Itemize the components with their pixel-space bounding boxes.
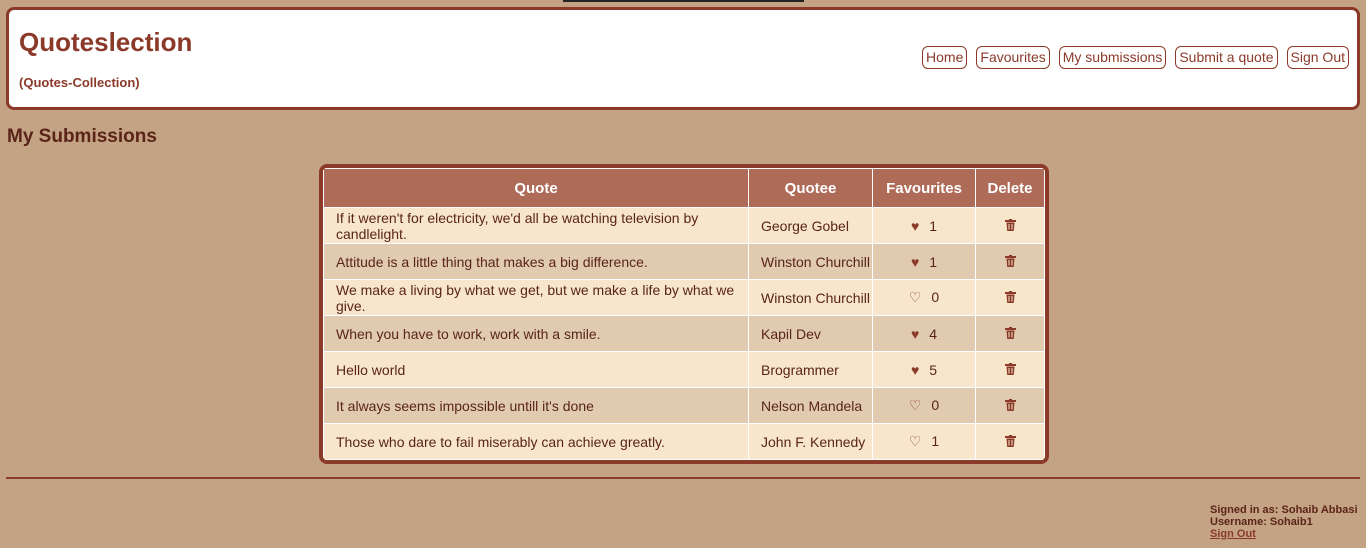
quote-cell: Attitude is a little thing that makes a … xyxy=(323,243,749,280)
column-header-favourites: Favourites xyxy=(872,168,976,208)
trash-icon[interactable] xyxy=(1004,326,1016,342)
delete-cell xyxy=(975,279,1045,316)
favourites-cell: ♡ 1 xyxy=(872,423,976,460)
heart-icon[interactable]: ♥ xyxy=(911,326,919,342)
submissions-table: Quote Quotee Favourites Delete If it wer… xyxy=(319,164,1049,464)
delete-cell xyxy=(975,423,1045,460)
footer-sign-out-link[interactable]: Sign Out xyxy=(1210,528,1256,540)
favourites-count: 1 xyxy=(931,433,940,449)
footer-divider xyxy=(6,477,1360,479)
favourites-cell: ♡ 0 xyxy=(872,387,976,424)
favourites-cell: ♥ 1 xyxy=(872,243,976,280)
trash-icon[interactable] xyxy=(1004,254,1016,270)
favourites-cell: ♥ 1 xyxy=(872,207,976,244)
heart-icon[interactable]: ♥ xyxy=(911,218,919,234)
quote-cell: Hello world xyxy=(323,351,749,388)
table-body: If it weren't for electricity, we'd all … xyxy=(323,207,1045,460)
heart-icon[interactable]: ♡ xyxy=(909,397,922,413)
quote-cell: If it weren't for electricity, we'd all … xyxy=(323,207,749,244)
column-header-delete: Delete xyxy=(975,168,1045,208)
quotee-cell: Kapil Dev xyxy=(748,315,873,352)
heart-icon[interactable]: ♡ xyxy=(909,433,922,449)
nav-my-submissions-button[interactable]: My submissions xyxy=(1058,46,1167,69)
favourites-cell: ♡ 0 xyxy=(872,279,976,316)
nav-sign-out-button[interactable]: Sign Out xyxy=(1286,46,1349,69)
table-row: Attitude is a little thing that makes a … xyxy=(323,243,1045,280)
heart-icon[interactable]: ♥ xyxy=(911,254,919,270)
nav-favourites-button[interactable]: Favourites xyxy=(976,46,1050,69)
signed-in-as-text: Signed in as: Sohaib Abbasi xyxy=(1210,504,1358,516)
table-row: Hello world Brogrammer ♥ 5 xyxy=(323,351,1045,388)
favourites-cell: ♥ 4 xyxy=(872,315,976,352)
quote-cell: We make a living by what we get, but we … xyxy=(323,279,749,316)
table-row: It always seems impossible untill it's d… xyxy=(323,387,1045,424)
delete-cell xyxy=(975,387,1045,424)
trash-icon[interactable] xyxy=(1004,218,1016,234)
account-info: Signed in as: Sohaib Abbasi Username: So… xyxy=(1210,504,1358,540)
browser-top-strip xyxy=(563,0,804,2)
delete-cell xyxy=(975,351,1045,388)
quote-cell: Those who dare to fail miserably can ach… xyxy=(323,423,749,460)
trash-icon[interactable] xyxy=(1004,290,1016,306)
trash-icon[interactable] xyxy=(1004,434,1016,450)
table-row: We make a living by what we get, but we … xyxy=(323,279,1045,316)
favourites-count: 1 xyxy=(929,217,938,234)
quote-cell: It always seems impossible untill it's d… xyxy=(323,387,749,424)
table-header-row: Quote Quotee Favourites Delete xyxy=(323,168,1045,208)
favourites-count: 1 xyxy=(929,253,938,270)
quotee-cell: Winston Churchill xyxy=(748,243,873,280)
quotee-cell: George Gobel xyxy=(748,207,873,244)
trash-icon[interactable] xyxy=(1004,362,1016,378)
favourites-count: 0 xyxy=(931,289,940,305)
table-row: If it weren't for electricity, we'd all … xyxy=(323,207,1045,244)
favourites-cell: ♥ 5 xyxy=(872,351,976,388)
delete-cell xyxy=(975,315,1045,352)
username-text: Username: Sohaib1 xyxy=(1210,516,1313,528)
brand-title[interactable]: Quoteslection xyxy=(19,27,192,58)
favourites-count: 0 xyxy=(931,397,940,413)
favourites-count: 5 xyxy=(929,361,938,378)
quotee-cell: Brogrammer xyxy=(748,351,873,388)
column-header-quotee: Quotee xyxy=(748,168,873,208)
delete-cell xyxy=(975,207,1045,244)
favourites-count: 4 xyxy=(929,325,938,342)
trash-icon[interactable] xyxy=(1004,398,1016,414)
quotee-cell: Nelson Mandela xyxy=(748,387,873,424)
table-row: Those who dare to fail miserably can ach… xyxy=(323,423,1045,460)
table-row: When you have to work, work with a smile… xyxy=(323,315,1045,352)
page-title: My Submissions xyxy=(7,126,157,147)
main-nav: Home Favourites My submissions Submit a … xyxy=(922,46,1349,69)
quotee-cell: John F. Kennedy xyxy=(748,423,873,460)
delete-cell xyxy=(975,243,1045,280)
nav-home-button[interactable]: Home xyxy=(922,46,968,69)
brand-tagline: (Quotes-Collection) xyxy=(19,75,140,90)
site-header: Quoteslection (Quotes-Collection) Home F… xyxy=(6,7,1360,110)
heart-icon[interactable]: ♡ xyxy=(909,289,922,305)
quote-cell: When you have to work, work with a smile… xyxy=(323,315,749,352)
quotee-cell: Winston Churchill xyxy=(748,279,873,316)
nav-submit-quote-button[interactable]: Submit a quote xyxy=(1175,46,1278,69)
column-header-quote: Quote xyxy=(323,168,749,208)
heart-icon[interactable]: ♥ xyxy=(911,362,919,378)
